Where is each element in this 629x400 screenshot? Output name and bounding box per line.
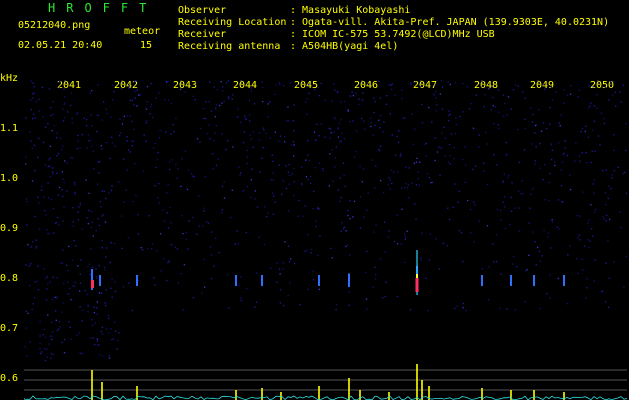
spectrogram <box>24 80 627 400</box>
freq-tick: 1.0 <box>0 173 19 184</box>
grid-layer <box>24 80 627 391</box>
freq-tick: 0.8 <box>0 273 19 284</box>
antenna-label: Receiving antenna <box>178 41 281 52</box>
app-title: HROFFT <box>48 1 158 15</box>
noise-layer <box>24 80 627 362</box>
receiver-value: : ICOM IC-575 53.7492(@LCD)MHz USB <box>290 29 495 40</box>
filename-label: 05212040.png <box>18 20 91 31</box>
meteor-count: 15 <box>140 40 153 51</box>
meteor-label: meteor <box>124 26 161 37</box>
antenna-value: : A504HB(yagi 4el) <box>290 41 399 52</box>
receiver-label: Receiver <box>178 29 227 40</box>
freq-tick: 1.1 <box>0 123 19 134</box>
location-label: Receiving Location <box>178 17 287 28</box>
observer-value: : Masayuki Kobayashi <box>290 5 411 16</box>
freq-tick: 0.6 <box>0 373 19 384</box>
freq-tick: 0.7 <box>0 323 19 334</box>
observer-label: Observer <box>178 5 227 16</box>
location-value: : Ogata-vill. Akita-Pref. JAPAN (139.930… <box>290 17 610 28</box>
signal-level-plot <box>24 364 627 400</box>
meteor-echoes <box>91 250 565 295</box>
freq-tick: 0.9 <box>0 223 19 234</box>
khz-unit-label: kHz <box>0 73 19 84</box>
datetime-label: 02.05.21 20:40 <box>18 40 103 51</box>
